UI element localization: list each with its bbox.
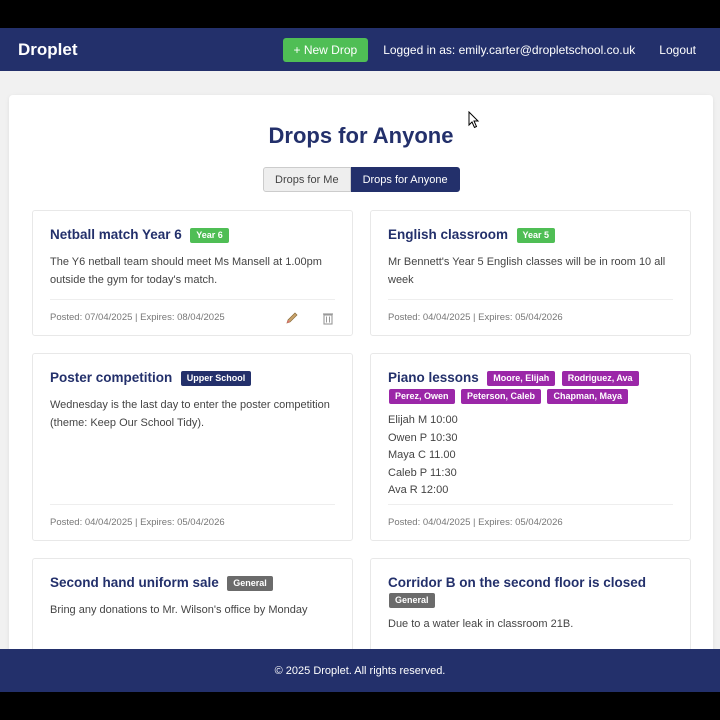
trash-icon[interactable] bbox=[321, 311, 335, 325]
card-body: Wednesday is the last day to enter the p… bbox=[50, 399, 330, 429]
brand-logo[interactable]: Droplet bbox=[18, 40, 78, 60]
card-title-row: Poster competition Upper School bbox=[50, 369, 335, 387]
card-title: Corridor B on the second floor is closed bbox=[388, 575, 647, 590]
card-title-row: Corridor B on the second floor is closed… bbox=[388, 574, 673, 609]
new-drop-button[interactable]: + New Drop bbox=[282, 37, 369, 62]
audience-badge: Year 6 bbox=[190, 228, 229, 243]
browser-viewport: Droplet + New Drop Logged in as: emily.c… bbox=[0, 28, 720, 692]
site-footer: © 2025 Droplet. All rights reserved. bbox=[0, 649, 720, 692]
main-container: Drops for Anyone Drops for Me Drops for … bbox=[9, 95, 713, 685]
tab-drops-for-anyone[interactable]: Drops for Anyone bbox=[350, 167, 460, 192]
card-title-row: English classroom Year 5 bbox=[388, 226, 673, 244]
card-title: Netball match Year 6 bbox=[50, 227, 182, 242]
mouse-cursor-icon bbox=[468, 111, 480, 129]
student-badge: Peterson, Caleb bbox=[460, 389, 542, 404]
student-badge: Chapman, Maya bbox=[547, 389, 628, 404]
card-title-row: Second hand uniform sale General bbox=[50, 574, 335, 592]
student-badge: Moore, Elijah bbox=[487, 371, 556, 386]
pencil-icon[interactable] bbox=[285, 311, 299, 325]
drop-card-poster-competition: Poster competition Upper School Wednesda… bbox=[32, 353, 353, 541]
card-meta: Posted: 04/04/2025 | Expires: 05/04/2026 bbox=[388, 312, 563, 323]
audience-badge: General bbox=[227, 576, 273, 591]
card-title: Piano lessons bbox=[388, 370, 479, 385]
card-body: Mr Bennett's Year 5 English classes will… bbox=[388, 256, 666, 286]
card-body: Due to a water leak in classroom 21B. bbox=[388, 618, 574, 630]
card-footer: Posted: 07/04/2025 | Expires: 08/04/2025 bbox=[50, 299, 335, 335]
drop-card-piano-lessons: Piano lessons Moore, Elijah Rodriguez, A… bbox=[370, 353, 691, 541]
card-body: The Y6 netball team should meet Ms Manse… bbox=[50, 256, 322, 286]
card-footer: Posted: 04/04/2025 | Expires: 05/04/2026 bbox=[50, 504, 335, 540]
lesson-time: Owen P 10:30 bbox=[388, 431, 458, 444]
lesson-time: Maya C 11.00 bbox=[388, 449, 456, 461]
card-meta: Posted: 04/04/2025 | Expires: 05/04/2026 bbox=[50, 517, 225, 528]
card-meta: Posted: 07/04/2025 | Expires: 08/04/2025 bbox=[50, 312, 225, 323]
card-body: Bring any donations to Mr. Wilson's offi… bbox=[50, 604, 308, 616]
student-badge: Perez, Owen bbox=[389, 389, 455, 404]
audience-badge: Upper School bbox=[180, 371, 252, 386]
card-title: Second hand uniform sale bbox=[50, 575, 219, 590]
tab-drops-for-me[interactable]: Drops for Me bbox=[263, 167, 351, 192]
logged-in-user: Logged in as: emily.carter@dropletschool… bbox=[383, 42, 636, 57]
card-title-row: Piano lessons Moore, Elijah Rodriguez, A… bbox=[388, 369, 673, 405]
card-title: English classroom bbox=[388, 227, 509, 242]
page-title: Drops for Anyone bbox=[268, 123, 454, 148]
drop-card-netball: Netball match Year 6 Year 6 The Y6 netba… bbox=[32, 210, 353, 336]
card-title: Poster competition bbox=[50, 370, 173, 385]
card-footer: Posted: 04/04/2025 | Expires: 05/04/2026 bbox=[388, 504, 673, 540]
card-footer: Posted: 04/04/2025 | Expires: 05/04/2026 bbox=[388, 299, 673, 335]
card-title-row: Netball match Year 6 Year 6 bbox=[50, 226, 335, 244]
audience-badge: General bbox=[389, 593, 435, 608]
student-badge: Rodriguez, Ava bbox=[561, 371, 639, 386]
lesson-time: Caleb P 11:30 bbox=[388, 466, 457, 479]
nav-right: + New Drop Logged in as: emily.carter@dr… bbox=[282, 37, 703, 62]
audience-badge: Year 5 bbox=[516, 228, 556, 243]
navbar: Droplet + New Drop Logged in as: emily.c… bbox=[0, 28, 720, 71]
lesson-time: Elijah M 10:00 bbox=[388, 414, 458, 426]
drop-card-english-classroom: English classroom Year 5 Mr Bennett's Ye… bbox=[370, 210, 691, 336]
drops-filter-toggle: Drops for Me Drops for Anyone bbox=[263, 167, 460, 192]
logout-link[interactable]: Logout bbox=[659, 43, 696, 57]
card-body: Elijah M 10:00 Owen P 10:30 Maya C 11.00… bbox=[388, 412, 673, 500]
card-actions bbox=[263, 311, 335, 325]
card-meta: Posted: 04/04/2025 | Expires: 05/04/2026 bbox=[388, 517, 563, 528]
lesson-time: Ava R 12:00 bbox=[388, 484, 449, 496]
